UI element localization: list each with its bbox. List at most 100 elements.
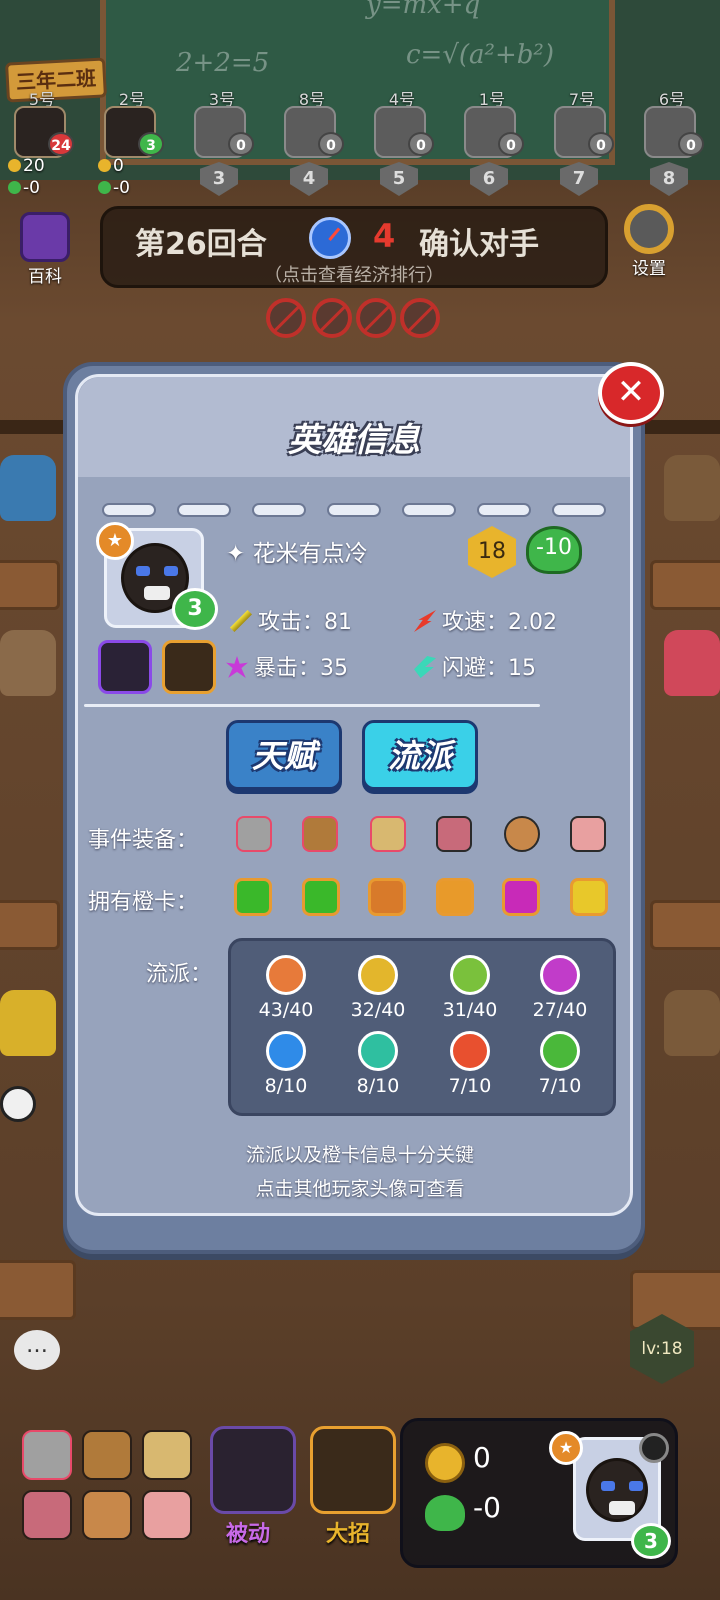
magnifier-icon[interactable]: [639, 1433, 669, 1463]
burst-icon: [540, 955, 580, 995]
faction-item[interactable]: 27/40: [515, 955, 605, 1021]
bat-icon[interactable]: [436, 816, 472, 852]
sword-icon: [358, 955, 398, 995]
hint-line-2: 点击其他玩家头像可查看: [255, 1178, 465, 1200]
shield-badge-icon: ★: [96, 522, 134, 560]
broken-heart-icon: [425, 1495, 465, 1531]
faction-value: 43/40: [258, 999, 314, 1021]
player-hp-change: -0: [98, 178, 130, 198]
self-info-panel[interactable]: 0 -0 ★ 3: [400, 1418, 678, 1568]
card-sword-icon[interactable]: [570, 878, 608, 916]
heart-badge: 0: [678, 132, 704, 156]
hero-name-row: ✦ 花米有点冷: [226, 534, 368, 568]
wing-icon: [414, 656, 436, 678]
fist-icon[interactable]: [370, 816, 406, 852]
player-slot[interactable]: 8号 0 4: [272, 86, 352, 196]
rank-shield: 8: [650, 162, 688, 196]
banned-effect-icon: [266, 298, 306, 338]
modal-header: 英雄信息: [78, 377, 630, 477]
sword-icon: [230, 610, 252, 632]
desk: [650, 560, 720, 610]
settings-button[interactable]: 设置: [624, 204, 674, 279]
passive-skill-button[interactable]: [210, 1426, 296, 1514]
heart-badge: 0: [588, 132, 614, 156]
bat-icon[interactable]: [22, 1490, 72, 1540]
ultimate-label: 大招: [326, 1522, 371, 1547]
event-equipment-label: 事件装备：: [88, 828, 199, 853]
backpack: [0, 630, 56, 696]
heart-badge: 0: [408, 132, 434, 156]
card-fire-icon[interactable]: [436, 878, 474, 916]
self-gold: 0: [473, 1441, 491, 1474]
shield-icon: [266, 955, 306, 995]
faction-value: 32/40: [350, 999, 406, 1021]
desk: [650, 900, 720, 950]
stopwatch-icon: [309, 217, 351, 259]
player-hp-change: -0: [8, 178, 40, 198]
cart-icon[interactable]: [22, 1430, 72, 1480]
player-slot[interactable]: 4号 0 5: [362, 86, 442, 196]
faction-item[interactable]: 32/40: [333, 955, 423, 1021]
blackboard: y=mx+q c=√(a²+b²) 2+2=5: [100, 0, 615, 165]
encyclopedia-button[interactable]: 百科: [20, 212, 70, 287]
coin-icon: [98, 159, 111, 172]
faction-item[interactable]: 7/10: [425, 1031, 515, 1097]
close-button[interactable]: ✕: [598, 362, 664, 424]
heart-badge: 0: [228, 132, 254, 156]
card-shield-icon[interactable]: [368, 878, 406, 916]
faction-value: 8/10: [356, 1075, 400, 1097]
phase-label: 确认对手: [419, 227, 539, 262]
tab-faction[interactable]: 流派: [362, 720, 478, 790]
player-gold: 20: [8, 156, 45, 176]
player-slot[interactable]: 1号 0 6: [452, 86, 532, 196]
hp-heart-badge: -10: [526, 526, 582, 574]
stitch-divider: [102, 503, 606, 517]
cart-icon[interactable]: [236, 816, 272, 852]
backpack: [664, 630, 720, 696]
round-title: 第26回合: [135, 227, 267, 262]
burst-icon: [226, 656, 248, 678]
hero-star-heart: 3: [172, 588, 218, 630]
rank-shield: 5: [380, 162, 418, 196]
countdown-value: 4: [373, 217, 396, 255]
shield-round-icon[interactable]: [504, 816, 540, 852]
card-blade-icon[interactable]: [234, 878, 272, 916]
round-bar[interactable]: 第26回合 4 确认对手 （点击查看经济排行）: [100, 206, 608, 288]
player-slot[interactable]: 3号 0 3: [182, 86, 262, 196]
passive-skill-icon[interactable]: [98, 640, 152, 694]
book-icon: [20, 212, 70, 262]
popcorn-icon[interactable]: [570, 816, 606, 852]
dash-icon: [414, 610, 436, 632]
dodge-stat: 闪避：15: [414, 650, 536, 682]
faction-item[interactable]: 43/40: [241, 955, 331, 1021]
faction-item[interactable]: 31/40: [425, 955, 515, 1021]
tab-talent[interactable]: 天赋: [226, 720, 342, 790]
scroll-icon[interactable]: [302, 816, 338, 852]
faction-value: 7/10: [538, 1075, 582, 1097]
soccer-ball-icon: [0, 1086, 36, 1122]
scroll-icon[interactable]: [82, 1430, 132, 1480]
chat-button[interactable]: …: [14, 1330, 60, 1370]
faction-item[interactable]: 8/10: [333, 1031, 423, 1097]
faction-item[interactable]: 7/10: [515, 1031, 605, 1097]
player-slot[interactable]: 7号 0 7: [542, 86, 622, 196]
player-slot[interactable]: 6号 0 8: [632, 86, 712, 196]
flame-icon: [450, 1031, 490, 1071]
economy-ranking-hint[interactable]: （点击查看经济排行）: [103, 261, 605, 287]
orange-cards-label: 拥有橙卡：: [88, 890, 199, 915]
ultimate-skill-icon[interactable]: [162, 640, 216, 694]
card-vortex-icon[interactable]: [502, 878, 540, 916]
wing-icon: [358, 1031, 398, 1071]
attack-speed-stat: 攻速：2.02: [414, 604, 557, 636]
faction-item[interactable]: 8/10: [241, 1031, 331, 1097]
banned-effect-icon: [400, 298, 440, 338]
popcorn-icon[interactable]: [142, 1490, 192, 1540]
shield-round-icon[interactable]: [82, 1490, 132, 1540]
ultimate-skill-button[interactable]: [310, 1426, 396, 1514]
fist-icon[interactable]: [142, 1430, 192, 1480]
rank-shield: 7: [560, 162, 598, 196]
modal-title: 英雄信息: [288, 420, 420, 459]
encyclopedia-label: 百科: [28, 267, 62, 287]
desk: [0, 1260, 76, 1320]
card-wing-icon[interactable]: [302, 878, 340, 916]
